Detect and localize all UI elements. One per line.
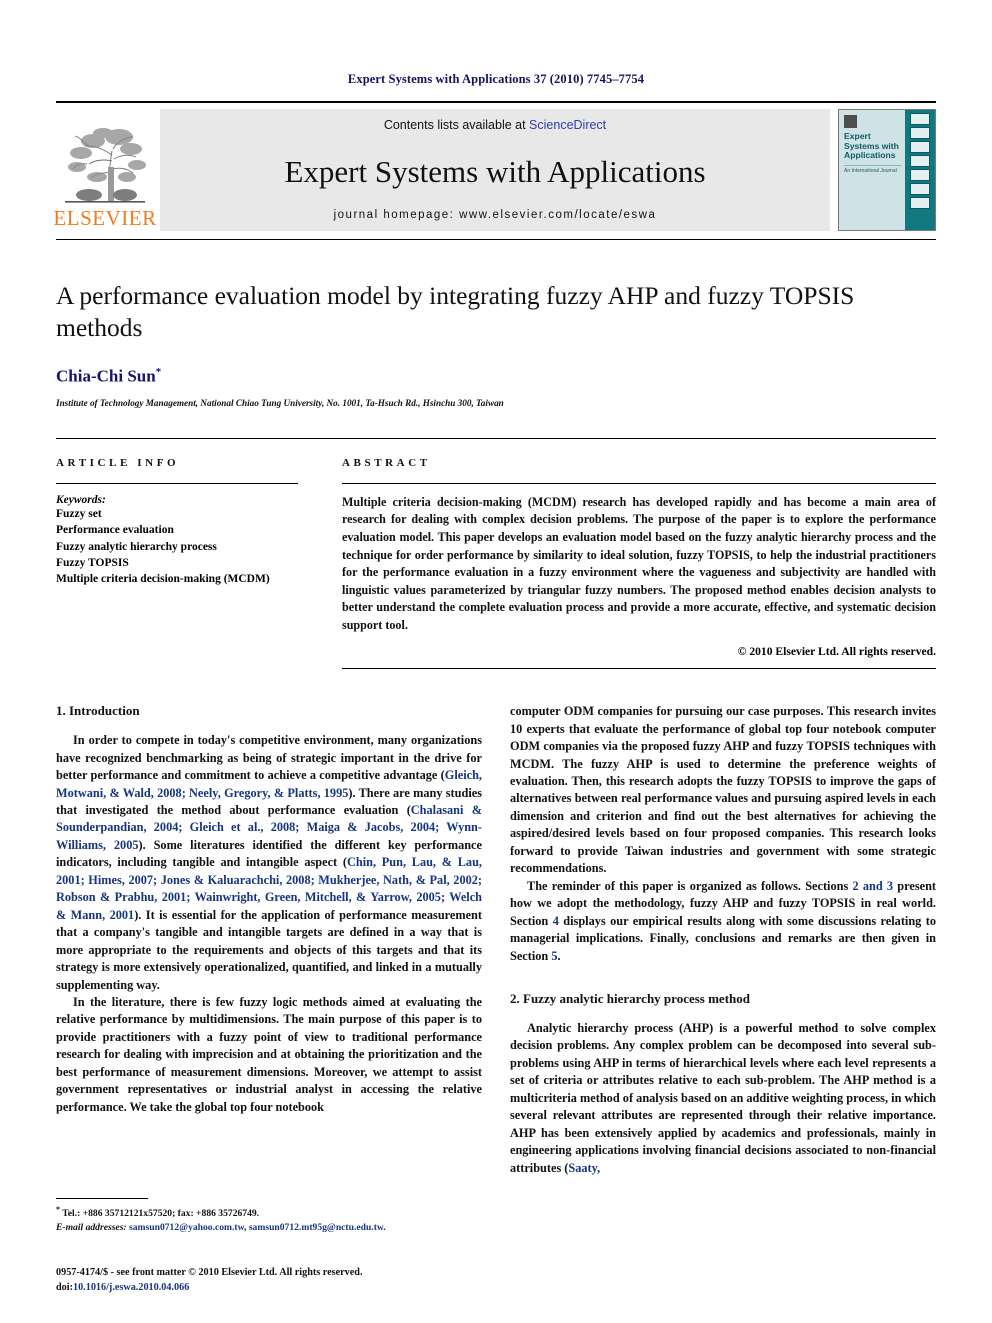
- intro-paragraph-3: The reminder of this paper is organized …: [510, 878, 936, 965]
- cover-title: Expert Systems with Applications: [844, 131, 899, 161]
- elsevier-logo: ELSEVIER: [53, 109, 157, 231]
- contents-available-line: Contents lists available at ScienceDirec…: [384, 118, 606, 132]
- keyword-item: Fuzzy analytic hierarchy process: [56, 540, 217, 553]
- email-link-secondary[interactable]: samsun0712.mt95g@nctu.edu.tw: [249, 1222, 383, 1233]
- citation-link[interactable]: Saaty,: [568, 1161, 600, 1175]
- author-affiliation: Institute of Technology Management, Nati…: [56, 397, 504, 408]
- fuzzy-ahp-paragraph-1: Analytic hierarchy process (AHP) is a po…: [510, 1020, 936, 1177]
- cover-scale-icon: [910, 155, 930, 167]
- corresponding-author-marker: *: [155, 366, 162, 379]
- journal-masthead: ELSEVIER Contents lists available at Sci…: [53, 101, 936, 231]
- info-abstract-region: ARTICLE INFO Keywords: Fuzzy set Perform…: [56, 437, 936, 670]
- cover-globe-icon: [910, 113, 930, 125]
- article-info-divider: [56, 482, 298, 484]
- intro-paragraph-2: In the literature, there is few fuzzy lo…: [56, 994, 482, 1114]
- cover-front: Expert Systems with Applications An Inte…: [839, 110, 905, 230]
- email-link-primary[interactable]: samsun0712@yahoo.com.tw: [129, 1222, 244, 1233]
- cover-publisher-mark-icon: [844, 115, 857, 128]
- cover-microscope-icon: [910, 169, 930, 181]
- doi-link[interactable]: 10.1016/j.eswa.2010.04.066: [73, 1282, 189, 1293]
- running-head: Expert Systems with Applications 37 (201…: [347, 72, 645, 86]
- journal-homepage-url[interactable]: journal homepage: www.elsevier.com/locat…: [334, 209, 657, 221]
- cover-bar-chart-icon: [910, 141, 930, 153]
- cover-subtitle: An International Journal: [844, 164, 901, 175]
- footnote-email-label: E-mail addresses:: [56, 1222, 127, 1234]
- cover-icon-strip: [905, 110, 935, 230]
- footnote-divider: [56, 1198, 148, 1199]
- section-heading-fuzzy-ahp: 2. Fuzzy analytic hierarchy process meth…: [510, 990, 750, 1006]
- author-label: Chia-Chi Sun: [56, 366, 156, 386]
- intro-paragraph-1: In order to compete in today's competiti…: [56, 732, 482, 994]
- issn-front-matter-line: 0957-4174/$ - see front matter © 2010 El…: [56, 1267, 363, 1279]
- right-column: computer ODM companies for pursuing our …: [510, 703, 936, 1177]
- keyword-item: Multiple criteria decision-making (MCDM): [56, 573, 270, 586]
- journal-title: Expert Systems with Applications: [284, 154, 706, 189]
- footnote-contact: * Tel.: +886 35712121x57520; fax: +886 3…: [56, 1204, 492, 1235]
- colophon: 0957-4174/$ - see front matter © 2010 El…: [56, 1266, 496, 1295]
- copyright-notice: © 2010 Elsevier Ltd. All rights reserved…: [737, 645, 936, 659]
- keyword-item: Fuzzy TOPSIS: [56, 556, 129, 569]
- footnote-marker: *: [56, 1205, 60, 1214]
- contents-available-text: Contents lists available at: [383, 118, 530, 132]
- intro-p3-part-a: The reminder of this paper is organized …: [527, 878, 853, 893]
- doi-line: doi:10.1016/j.eswa.2010.04.066: [56, 1281, 496, 1295]
- body-columns: 1. Introduction In order to compete in t…: [56, 703, 936, 1177]
- masthead-divider: [56, 239, 936, 240]
- left-column: 1. Introduction In order to compete in t…: [56, 703, 482, 1177]
- author-name: Chia-Chi Sun*: [56, 366, 936, 387]
- keyword-item: Performance evaluation: [56, 524, 174, 537]
- doi-prefix: doi:: [56, 1281, 73, 1293]
- cover-instrument-icon: [910, 197, 930, 209]
- cover-gear-icon: [910, 127, 930, 139]
- footnote-block: * Tel.: +886 35712121x57520; fax: +886 3…: [56, 1198, 492, 1235]
- footnote-email-end: .: [383, 1222, 386, 1234]
- abstract-divider: [342, 482, 936, 484]
- journal-cover-thumbnail: Expert Systems with Applications An Inte…: [838, 109, 936, 231]
- abstract-column: ABSTRACT Multiple criteria decision-maki…: [342, 456, 936, 670]
- section-heading-introduction: 1. Introduction: [56, 703, 140, 719]
- abstract-label: ABSTRACT: [342, 456, 431, 469]
- elsevier-tree-icon: [59, 115, 151, 207]
- section-reference-link[interactable]: 2 and 3: [852, 879, 893, 893]
- keywords-heading: Keywords:: [56, 493, 106, 506]
- page-title: A performance evaluation model by integr…: [56, 281, 855, 343]
- fahp-p1-text: Analytic hierarchy process (AHP) is a po…: [510, 1020, 936, 1175]
- sciencedirect-link[interactable]: ScienceDirect: [529, 118, 606, 132]
- footnote-telephone: Tel.: +886 35712121x57520; fax: +886 357…: [62, 1208, 260, 1220]
- article-info-label: ARTICLE INFO: [56, 456, 180, 469]
- elsevier-wordmark: ELSEVIER: [53, 206, 157, 230]
- article-info-column: ARTICLE INFO Keywords: Fuzzy set Perform…: [56, 457, 298, 669]
- abstract-bottom-divider: [342, 668, 936, 670]
- keyword-item: Fuzzy set: [56, 507, 102, 520]
- intro-p3-part-c: displays our empirical results along wit…: [510, 913, 937, 963]
- intro-p1-part-a: In order to compete in today's competiti…: [56, 733, 482, 783]
- journal-banner: Contents lists available at ScienceDirec…: [160, 109, 830, 231]
- article-first-page: Expert Systems with Applications 37 (201…: [0, 0, 992, 1323]
- intro-paragraph-2-continued: computer ODM companies for pursuing our …: [510, 704, 936, 876]
- cover-flask-icon: [910, 183, 930, 195]
- intro-p3-part-d: .: [557, 948, 561, 963]
- abstract-text: Multiple criteria decision-making (MCDM)…: [342, 494, 936, 632]
